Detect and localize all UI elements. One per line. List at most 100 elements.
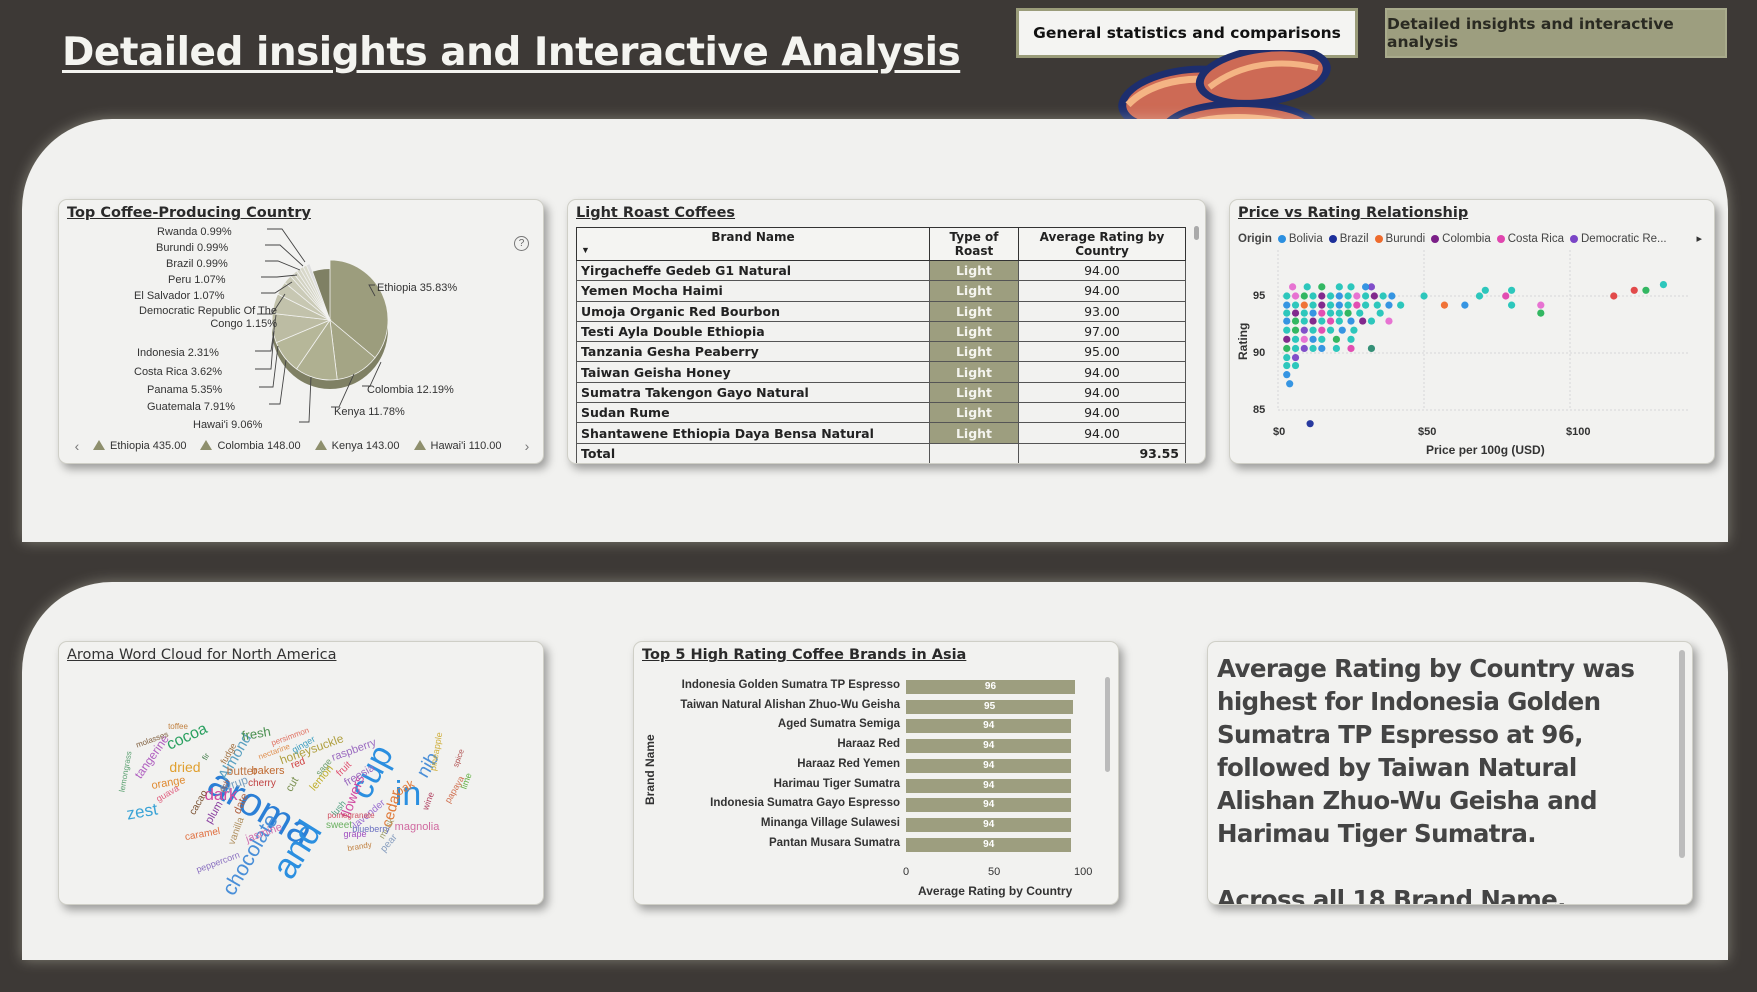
scatter-point[interactable] <box>1338 326 1346 334</box>
scatter-point[interactable] <box>1379 292 1387 300</box>
scatter-point[interactable] <box>1353 292 1361 300</box>
scatter-point[interactable] <box>1537 309 1545 317</box>
scatter-point[interactable] <box>1610 292 1618 300</box>
scatter-point[interactable] <box>1291 344 1300 353</box>
scatter-point[interactable] <box>1335 283 1343 291</box>
scatter-point[interactable] <box>1461 301 1469 309</box>
scatter-point[interactable] <box>1420 292 1428 300</box>
scatter-point[interactable] <box>1376 309 1384 317</box>
scatter-point[interactable] <box>1318 344 1326 353</box>
scatter-point[interactable] <box>1356 309 1364 317</box>
legend-item[interactable]: Ethiopia 435.00 <box>93 440 186 452</box>
legend-next-icon[interactable]: › <box>517 438 537 454</box>
scatter-point[interactable] <box>1508 301 1516 309</box>
legend-item[interactable]: Kenya 143.00 <box>314 440 400 452</box>
bar-chart-scrollbar[interactable] <box>1105 677 1110 772</box>
scatter-point[interactable] <box>1335 317 1343 325</box>
column-header-roast[interactable]: Type of Roast <box>929 227 1019 261</box>
table-row[interactable]: Tanzania Gesha Peaberry Light 95.00 <box>576 341 1186 363</box>
scatter-point[interactable] <box>1291 335 1300 343</box>
table-row[interactable]: Yemen Mocha Haimi Light 94.00 <box>576 280 1186 302</box>
legend-item[interactable]: Colombia 148.00 <box>200 440 301 452</box>
cloud-word[interactable]: fir <box>200 751 211 762</box>
scatter-point[interactable] <box>1291 353 1300 362</box>
cloud-word[interactable]: wine <box>420 791 436 813</box>
narrative-scrollbar[interactable] <box>1679 650 1685 858</box>
scatter-point[interactable] <box>1326 301 1335 309</box>
scatter-point[interactable] <box>1283 309 1291 317</box>
scatter-point[interactable] <box>1283 371 1291 379</box>
cloud-word[interactable]: lemon <box>307 763 335 794</box>
cloud-word[interactable]: fresh <box>241 724 272 744</box>
scatter-point[interactable] <box>1537 301 1545 309</box>
scatter-point[interactable] <box>1373 301 1381 309</box>
table-row[interactable]: Sumatra Takengon Gayo Natural Light 94.00 <box>576 381 1186 404</box>
scatter-point[interactable] <box>1303 283 1311 291</box>
scatter-point[interactable] <box>1300 335 1308 343</box>
smart-narrative-card[interactable]: Average Rating by Country was highest fo… <box>1207 641 1693 905</box>
scatter-point[interactable] <box>1359 317 1367 325</box>
scatter-point[interactable] <box>1318 317 1326 325</box>
scatter-point[interactable] <box>1335 309 1343 317</box>
scatter-point[interactable] <box>1344 292 1352 300</box>
table-row[interactable]: Shantawene Ethiopia Daya Bensa Natural Li… <box>576 422 1186 444</box>
table-row[interactable]: Yirgacheffe Gedeb G1 Natural Light 94.00 <box>576 259 1186 282</box>
cloud-word[interactable]: brandy <box>347 840 373 853</box>
scatter-point[interactable] <box>1362 283 1370 291</box>
table-row[interactable]: Sudan Rume Light 94.00 <box>576 402 1186 424</box>
table-row[interactable]: Testi Ayla Double Ethiopia Light 97.00 <box>576 320 1186 343</box>
scatter-point[interactable] <box>1332 344 1340 353</box>
scatter-point[interactable] <box>1326 292 1335 300</box>
column-header-rating[interactable]: Average Rating by Country <box>1018 227 1186 261</box>
scatter-point[interactable] <box>1326 326 1335 334</box>
scatter-point[interactable] <box>1291 292 1300 300</box>
word-cloud[interactable]: aromaandcupinchocolatenibcocoacedarzestd… <box>59 642 544 905</box>
aroma-word-cloud-card[interactable]: Aroma Word Cloud for North America aroma… <box>58 641 544 905</box>
scatter-point[interactable] <box>1291 361 1300 370</box>
cloud-word[interactable]: cherry <box>248 778 276 789</box>
cloud-word[interactable]: lemongrass <box>118 750 134 792</box>
scatter-point[interactable] <box>1344 309 1352 317</box>
scatter-point[interactable] <box>1335 301 1343 309</box>
scatter-plot[interactable] <box>1230 200 1715 464</box>
cloud-word[interactable]: cut <box>284 775 302 794</box>
cloud-word[interactable]: bakers <box>251 765 285 777</box>
scatter-point[interactable] <box>1309 317 1317 325</box>
scatter-point[interactable] <box>1335 292 1343 300</box>
price-vs-rating-card[interactable]: Price vs Rating Relationship Origin Boli… <box>1229 199 1715 464</box>
scatter-point[interactable] <box>1300 309 1308 317</box>
cloud-word[interactable]: magnolia <box>395 821 441 833</box>
scatter-point[interactable] <box>1309 301 1317 309</box>
cloud-word[interactable]: dried <box>169 759 200 775</box>
scatter-point[interactable] <box>1508 286 1516 294</box>
scatter-point[interactable] <box>1362 301 1370 309</box>
scatter-point[interactable] <box>1283 353 1291 362</box>
scatter-point[interactable] <box>1332 335 1340 343</box>
scatter-point[interactable] <box>1291 317 1300 325</box>
scatter-point[interactable] <box>1318 301 1326 309</box>
scatter-point[interactable] <box>1283 317 1291 325</box>
scatter-point[interactable] <box>1318 309 1326 317</box>
scatter-point[interactable] <box>1309 344 1317 353</box>
scatter-point[interactable] <box>1502 292 1510 300</box>
table-row[interactable]: Umoja Organic Red Bourbon Light 93.00 <box>576 300 1186 322</box>
scatter-point[interactable] <box>1283 335 1291 343</box>
scatter-point[interactable] <box>1388 292 1396 300</box>
scatter-point[interactable] <box>1318 292 1326 300</box>
scatter-point[interactable] <box>1309 292 1317 300</box>
detailed-insights-button[interactable]: Detailed insights and interactive analys… <box>1385 8 1727 58</box>
scatter-point[interactable] <box>1370 292 1378 300</box>
cloud-word[interactable]: blueberry <box>352 824 390 834</box>
scatter-point[interactable] <box>1347 317 1355 325</box>
cloud-word[interactable]: lime <box>459 772 474 791</box>
scatter-point[interactable] <box>1385 301 1393 309</box>
table-row[interactable]: Taiwan Geisha Honey Light 94.00 <box>576 361 1186 383</box>
legend-item[interactable]: Hawai'i 110.00 <box>413 440 502 452</box>
scatter-point[interactable] <box>1630 286 1638 294</box>
scatter-point[interactable] <box>1318 335 1326 343</box>
scatter-point[interactable] <box>1289 283 1297 291</box>
light-roast-coffees-card[interactable]: Light Roast Coffees Brand Name Type of R… <box>567 199 1206 464</box>
scatter-point[interactable] <box>1362 292 1370 300</box>
pie-chart[interactable] <box>59 200 544 464</box>
scatter-point[interactable] <box>1475 292 1484 300</box>
